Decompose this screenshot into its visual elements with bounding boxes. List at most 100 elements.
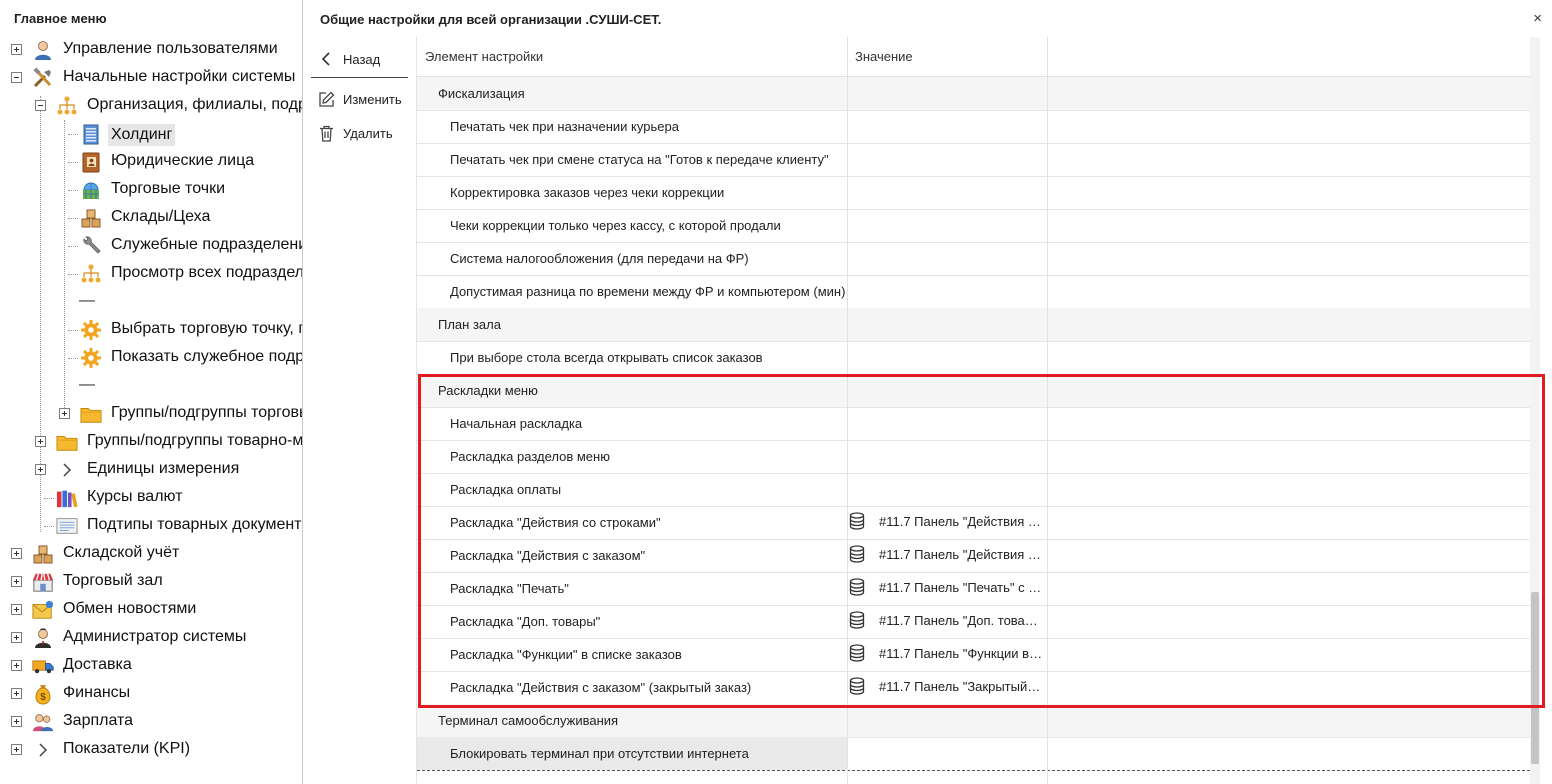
chevron-left-icon	[317, 50, 335, 68]
table-row[interactable]: Система налогообложения (для передачи на…	[417, 242, 1540, 276]
tree-connector-line	[68, 246, 78, 247]
expand-icon[interactable]	[35, 464, 46, 475]
menu-item[interactable]: Организация, филиалы, подразделения	[87, 96, 302, 114]
expand-icon[interactable]	[59, 408, 70, 419]
menu-item[interactable]: Администратор системы	[63, 628, 246, 646]
boxes-icon	[80, 207, 102, 229]
table-row[interactable]: Печатать чек при назначении курьера	[417, 110, 1540, 144]
tree-connector-line	[68, 162, 78, 163]
menu-item[interactable]: Служебные подразделения	[111, 236, 302, 254]
table-row[interactable]: Допустимая разница по времени между ФР и…	[417, 275, 1540, 309]
group-row[interactable]: План зала	[417, 308, 1540, 342]
building-icon	[80, 123, 102, 145]
menu-item[interactable]: Склады/Цеха	[111, 208, 210, 226]
document-icon	[56, 515, 78, 537]
chevron-right-icon	[56, 459, 78, 481]
gear-icon	[80, 319, 102, 341]
table-row[interactable]: Печатать чек при смене статуса на "Готов…	[417, 143, 1540, 177]
table-row[interactable]: При выборе стола всегда открывать список…	[417, 341, 1540, 375]
chevron-right-icon	[32, 739, 54, 761]
tree-connector-line	[68, 274, 78, 275]
menu-item[interactable]: Единицы измерения	[87, 460, 239, 478]
menu-item[interactable]: Подтипы товарных документов	[87, 516, 302, 534]
group-row[interactable]: Фискализация	[417, 77, 1540, 111]
expand-icon[interactable]	[11, 744, 22, 755]
menu-separator: —	[79, 292, 95, 309]
edit-button[interactable]: Изменить	[317, 90, 402, 108]
menu-item[interactable]: Показать служебное подразделение	[111, 348, 302, 366]
menu-item[interactable]: Курсы валют	[87, 488, 183, 506]
menu-item[interactable]: Группы/подгруппы торговых точек	[111, 404, 302, 422]
column-header-value[interactable]: Значение	[855, 49, 913, 64]
boxes-icon	[32, 543, 54, 565]
tree-connector-line	[68, 358, 78, 359]
expand-icon[interactable]	[11, 660, 22, 671]
menu-item[interactable]: Показатели (KPI)	[63, 740, 190, 758]
main-menu-title: Главное меню	[14, 11, 107, 26]
expand-icon[interactable]	[11, 632, 22, 643]
table-row[interactable]: Чеки коррекции только через кассу, с кот…	[417, 209, 1540, 243]
collapse-icon[interactable]	[35, 100, 46, 111]
delete-label: Удалить	[343, 125, 393, 141]
setting-name: Допустимая разница по времени между ФР и…	[450, 284, 846, 299]
expand-icon[interactable]	[11, 604, 22, 615]
tree-connector-line	[68, 190, 78, 191]
expand-icon[interactable]	[11, 44, 22, 55]
menu-item[interactable]: Торговые точки	[111, 180, 225, 198]
settings-dialog: Общие настройки для всей организации .СУ…	[303, 0, 1552, 784]
edit-label: Изменить	[343, 91, 402, 107]
tree-connector-line	[44, 526, 54, 527]
gear-icon	[80, 347, 102, 369]
menu-item[interactable]: Торговый зал	[63, 572, 163, 590]
org-structure-icon	[80, 263, 102, 285]
user-icon	[32, 39, 54, 61]
folder-icon	[80, 403, 102, 425]
tree-connector-line	[68, 218, 78, 219]
menu-item[interactable]: Управление пользователями	[63, 40, 278, 58]
tree-connector-line	[68, 134, 78, 135]
people-icon	[32, 711, 54, 733]
group-label: План зала	[438, 317, 501, 332]
trash-icon	[317, 124, 335, 142]
menu-item[interactable]: Финансы	[63, 684, 130, 702]
delete-button[interactable]: Удалить	[317, 124, 393, 142]
menu-item[interactable]: Складской учёт	[63, 544, 179, 562]
expand-icon[interactable]	[35, 436, 46, 447]
mail-icon	[32, 599, 54, 621]
expand-icon[interactable]	[11, 548, 22, 559]
dialog-title: Общие настройки для всей организации .СУ…	[320, 12, 662, 27]
menu-item[interactable]: Просмотр всех подразделений	[111, 264, 302, 282]
menu-item[interactable]: Юридические лица	[111, 152, 254, 170]
group-label: Фискализация	[438, 86, 525, 101]
menu-item[interactable]: Холдинг	[108, 124, 176, 146]
admin-icon	[32, 627, 54, 649]
table-row[interactable]: Блокировать терминал при отсутствии инте…	[417, 737, 1540, 771]
setting-name: Система налогообложения (для передачи на…	[450, 251, 749, 266]
expand-icon[interactable]	[11, 576, 22, 587]
org-structure-icon	[56, 95, 78, 117]
expand-icon[interactable]	[11, 716, 22, 727]
menu-item[interactable]: Группы/подгруппы товарно-материальных це…	[87, 432, 302, 450]
menu-item[interactable]: Обмен новостями	[63, 600, 196, 618]
back-button[interactable]: Назад	[317, 50, 380, 68]
globe-icon	[80, 179, 102, 201]
setting-name: Корректировка заказов через чеки коррекц…	[450, 185, 725, 200]
menu-item[interactable]: Доставка	[63, 656, 132, 674]
folder-icon	[56, 431, 78, 453]
menu-item[interactable]: Выбрать торговую точку, по умолчанию	[111, 320, 302, 338]
menu-item[interactable]: Начальные настройки системы	[63, 68, 295, 86]
tree-connector-line	[44, 498, 54, 499]
group-row[interactable]: Терминал самообслуживания	[417, 704, 1540, 738]
highlight-frame	[418, 374, 1545, 708]
menu-item[interactable]: Зарплата	[63, 712, 133, 730]
table-row[interactable]: Корректировка заказов через чеки коррекц…	[417, 176, 1540, 210]
books-icon	[56, 487, 78, 509]
collapse-icon[interactable]	[11, 72, 22, 83]
truck-icon	[32, 655, 54, 677]
menu-separator: —	[79, 376, 95, 393]
expand-icon[interactable]	[11, 688, 22, 699]
column-header-element[interactable]: Элемент настройки	[425, 49, 543, 64]
wrench-icon	[80, 235, 102, 257]
close-icon[interactable]: ×	[1533, 10, 1542, 27]
tree-connector-line	[64, 120, 65, 414]
